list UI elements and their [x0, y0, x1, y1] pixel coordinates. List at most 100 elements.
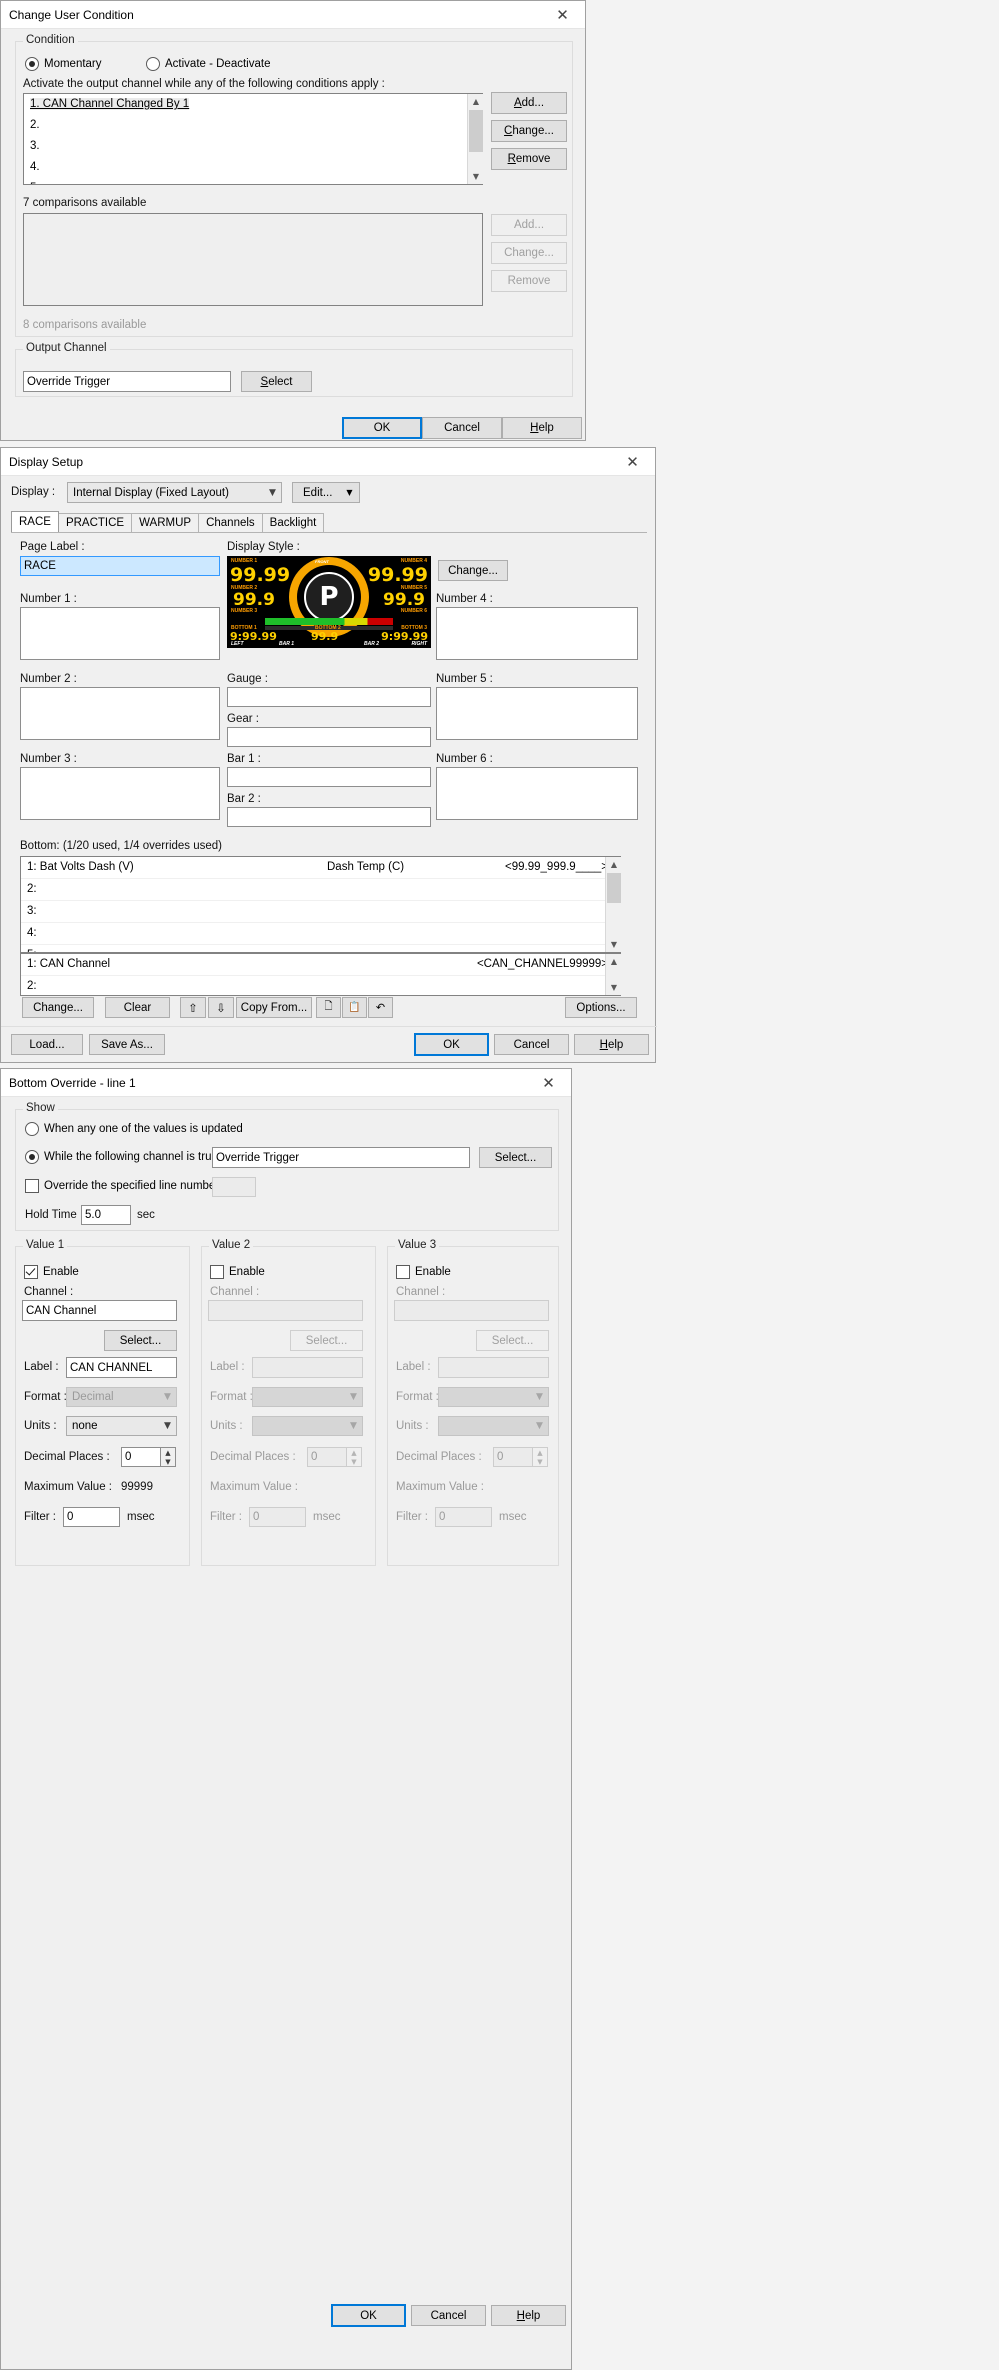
- channel-select-button[interactable]: Select...: [479, 1147, 552, 1168]
- dialog3-cancel-button[interactable]: Cancel: [411, 2305, 486, 2326]
- override-list-scrollbar[interactable]: ▲ ▼: [605, 954, 622, 995]
- number2-input[interactable]: [20, 687, 220, 740]
- list-item[interactable]: 1. CAN Channel Changed By 1: [24, 94, 482, 115]
- table-row[interactable]: 3:: [21, 901, 620, 923]
- list-item[interactable]: 4.: [24, 157, 482, 178]
- value1-label-input[interactable]: CAN CHANNEL: [66, 1357, 177, 1378]
- save-as-button[interactable]: Save As...: [89, 1034, 165, 1055]
- undo-icon[interactable]: ↶: [368, 997, 393, 1018]
- number1-input[interactable]: [20, 607, 220, 660]
- output-select-button[interactable]: Select: [241, 371, 312, 392]
- number3-input[interactable]: [20, 767, 220, 820]
- edit-display-button[interactable]: Edit... ▼: [292, 482, 360, 503]
- copy-icon[interactable]: 🗋: [316, 997, 341, 1018]
- gauge-input[interactable]: [227, 687, 431, 707]
- arrow-up-icon[interactable]: ⇧: [180, 997, 206, 1018]
- table-row[interactable]: 1: CAN Channel <CAN_CHANNEL99999>: [21, 954, 620, 976]
- bar1-input[interactable]: [227, 767, 431, 787]
- change-condition-button[interactable]: Change...: [491, 120, 567, 142]
- value3-label-input[interactable]: [438, 1357, 549, 1378]
- value3-enable-checkbox[interactable]: Enable: [396, 1265, 451, 1279]
- table-row[interactable]: 5:: [21, 945, 620, 952]
- paste-icon[interactable]: 📋: [342, 997, 367, 1018]
- bottom-list[interactable]: 1: Bat Volts Dash (V) Dash Temp (C) <99.…: [20, 856, 621, 953]
- scroll-down-icon[interactable]: ▼: [468, 169, 484, 184]
- dialog1-ok-button[interactable]: OK: [342, 417, 422, 439]
- dialog3-ok-button[interactable]: OK: [331, 2304, 406, 2327]
- tab-practice[interactable]: PRACTICE: [57, 513, 133, 532]
- comparisons-list[interactable]: [23, 213, 483, 306]
- dialog2-help-button[interactable]: Help: [574, 1034, 649, 1055]
- options-button[interactable]: Options...: [565, 997, 637, 1018]
- scroll-down-icon[interactable]: ▼: [606, 937, 622, 952]
- radio-momentary[interactable]: Momentary: [25, 57, 102, 71]
- value2-label-input[interactable]: [252, 1357, 363, 1378]
- tab-channels[interactable]: Channels: [198, 513, 263, 532]
- value1-select-button[interactable]: Select...: [104, 1330, 177, 1351]
- scroll-thumb[interactable]: [607, 873, 621, 903]
- change-style-button[interactable]: Change...: [438, 560, 508, 581]
- scroll-up-icon[interactable]: ▲: [606, 857, 622, 872]
- list-item[interactable]: 2.: [24, 115, 482, 136]
- bar2-input[interactable]: [227, 807, 431, 827]
- scroll-down-icon[interactable]: ▼: [606, 980, 622, 995]
- arrow-down-icon[interactable]: ⇩: [208, 997, 234, 1018]
- load-button[interactable]: Load...: [11, 1034, 83, 1055]
- table-row[interactable]: 2:: [21, 976, 620, 995]
- close-icon[interactable]: ✕: [526, 1070, 571, 1096]
- bottom-list-scrollbar[interactable]: ▲ ▼: [605, 857, 622, 952]
- value1-channel-input[interactable]: CAN Channel: [22, 1300, 177, 1321]
- display-select[interactable]: Internal Display (Fixed Layout) ▼: [67, 482, 282, 503]
- dialog2-cancel-button[interactable]: Cancel: [494, 1034, 569, 1055]
- value1-decimal-stepper[interactable]: ▲ ▼: [161, 1447, 176, 1467]
- close-icon[interactable]: ✕: [540, 2, 585, 28]
- value1-enable-checkbox[interactable]: Enable: [24, 1265, 79, 1279]
- add-condition-button[interactable]: Add...: [491, 92, 567, 114]
- bottom-change-button[interactable]: Change...: [22, 997, 94, 1018]
- value1-decimal-input[interactable]: 0: [121, 1447, 161, 1467]
- override-line-input[interactable]: [212, 1177, 256, 1197]
- number5-input[interactable]: [436, 687, 638, 740]
- bottom-clear-button[interactable]: Clear: [105, 997, 170, 1018]
- table-row[interactable]: 2:: [21, 879, 620, 901]
- value2-decimal-input[interactable]: 0: [307, 1447, 347, 1467]
- list-item[interactable]: 3.: [24, 136, 482, 157]
- value2-channel-input[interactable]: [208, 1300, 363, 1321]
- page-label-input[interactable]: RACE: [20, 556, 220, 576]
- value1-units-select[interactable]: none ▼: [66, 1416, 177, 1436]
- dialog2-ok-button[interactable]: OK: [414, 1033, 489, 1056]
- radio-activate-deactivate[interactable]: Activate - Deactivate: [146, 57, 270, 71]
- table-row[interactable]: 4:: [21, 923, 620, 945]
- dialog1-cancel-button[interactable]: Cancel: [422, 417, 502, 439]
- remove-condition-button[interactable]: Remove: [491, 148, 567, 170]
- radio-while-channel-true[interactable]: While the following channel is true :: [25, 1150, 224, 1164]
- scroll-up-icon[interactable]: ▲: [468, 94, 484, 109]
- scroll-thumb[interactable]: [469, 110, 483, 152]
- checkbox-override-line[interactable]: Override the specified line number :: [25, 1179, 226, 1193]
- table-row[interactable]: 1: Bat Volts Dash (V) Dash Temp (C) <99.…: [21, 857, 620, 879]
- value2-enable-checkbox[interactable]: Enable: [210, 1265, 265, 1279]
- close-icon[interactable]: ✕: [610, 449, 655, 475]
- dialog1-help-button[interactable]: Help: [502, 417, 582, 439]
- gear-input[interactable]: [227, 727, 431, 747]
- value3-filter-input[interactable]: 0: [435, 1507, 492, 1527]
- value2-filter-input[interactable]: 0: [249, 1507, 306, 1527]
- conditions-list[interactable]: 1. CAN Channel Changed By 1 2. 3. 4. 5.: [23, 93, 483, 185]
- hold-time-input[interactable]: 5.0: [81, 1205, 131, 1225]
- number6-input[interactable]: [436, 767, 638, 820]
- tab-backlight[interactable]: Backlight: [261, 513, 325, 532]
- tab-race[interactable]: RACE: [11, 511, 59, 532]
- tab-warmup[interactable]: WARMUP: [131, 513, 200, 532]
- output-channel-input[interactable]: Override Trigger: [23, 371, 231, 392]
- value1-filter-input[interactable]: 0: [63, 1507, 120, 1527]
- value3-decimal-input[interactable]: 0: [493, 1447, 533, 1467]
- dialog3-help-button[interactable]: Help: [491, 2305, 566, 2326]
- radio-any-value-updated[interactable]: When any one of the values is updated: [25, 1122, 243, 1136]
- override-list[interactable]: 1: CAN Channel <CAN_CHANNEL99999> 2:: [20, 953, 621, 996]
- copy-from-button[interactable]: Copy From...: [236, 997, 312, 1018]
- value3-channel-input[interactable]: [394, 1300, 549, 1321]
- number4-input[interactable]: [436, 607, 638, 660]
- conditions-scrollbar[interactable]: ▲ ▼: [467, 94, 484, 184]
- channel-true-input[interactable]: Override Trigger: [212, 1147, 470, 1168]
- scroll-up-icon[interactable]: ▲: [606, 954, 622, 969]
